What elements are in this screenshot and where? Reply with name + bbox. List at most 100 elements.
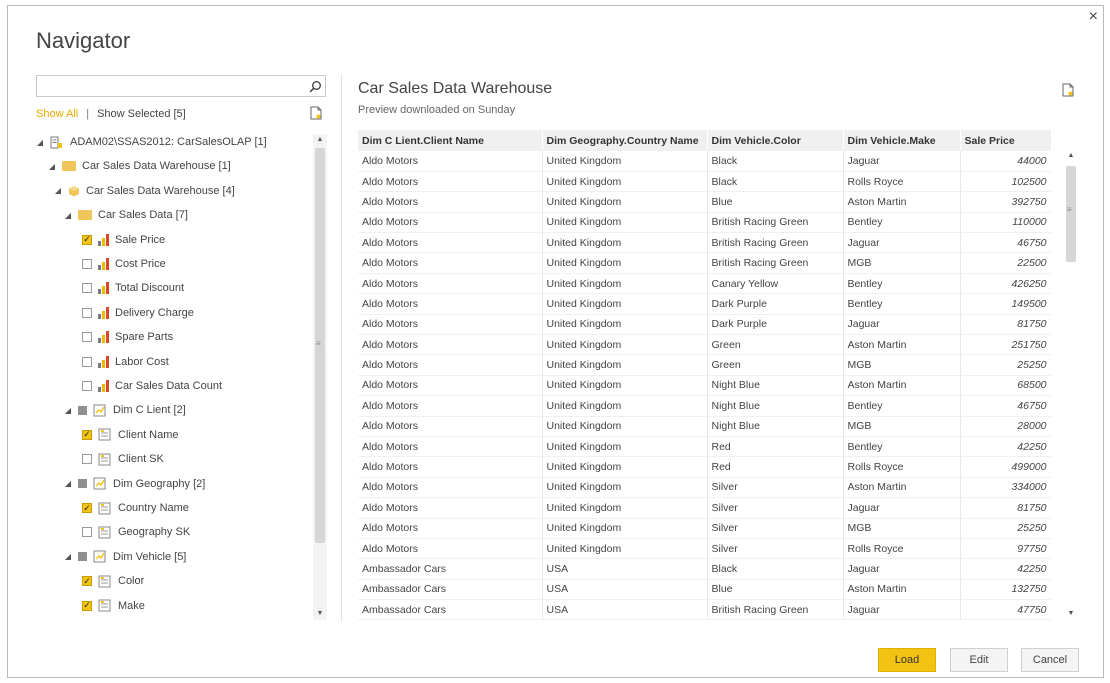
tree-item-label: Spare Parts	[115, 331, 174, 344]
table-cell: Aston Martin	[843, 579, 961, 601]
tree-item[interactable]: ✓ Client Name	[82, 425, 179, 445]
column-header[interactable]: Dim Vehicle.Make	[843, 130, 961, 151]
table-cell: 110000	[960, 212, 1051, 234]
table-scrollbar[interactable]: ▲ ≡ ▼	[1064, 150, 1078, 620]
table-cell: United Kingdom	[542, 354, 708, 376]
tree-item[interactable]: Car Sales Data Count	[82, 376, 222, 396]
bar-chart-icon	[98, 380, 109, 392]
tree-item[interactable]: ◢ Car Sales Data Warehouse [4]	[54, 181, 235, 201]
attribute-icon	[98, 575, 112, 588]
column-header[interactable]: Sale Price	[960, 130, 1051, 151]
load-button[interactable]: Load	[878, 648, 936, 672]
tree-item[interactable]: Labor Cost	[82, 352, 169, 372]
filter-links: Show All | Show Selected [5]	[36, 108, 186, 120]
new-query-icon[interactable]	[310, 106, 322, 123]
table-cell: United Kingdom	[542, 395, 708, 417]
tree-item[interactable]: Total Discount	[82, 278, 184, 298]
bar-chart-icon	[98, 355, 109, 368]
tree-item-label: Labor Cost	[115, 355, 169, 368]
checkbox[interactable]	[82, 381, 92, 391]
table-row: Ambassador Cars USA Blue Aston Martin 132750	[358, 579, 1051, 601]
checkbox[interactable]	[82, 527, 92, 538]
expand-arrow-icon[interactable]: ◢	[36, 138, 44, 147]
tree-item[interactable]: Geography SK	[82, 522, 190, 542]
table-cell: 46750	[960, 232, 1051, 254]
show-all-link[interactable]: Show All	[36, 108, 78, 120]
tree-item[interactable]: ◢ Car Sales Data [7]	[64, 205, 188, 225]
search-icon[interactable]	[306, 77, 324, 95]
expand-arrow-icon[interactable]: ◢	[64, 552, 72, 561]
checkbox[interactable]	[82, 332, 92, 343]
expand-arrow-icon[interactable]: ◢	[64, 211, 72, 220]
scroll-thumb[interactable]	[1066, 166, 1076, 262]
table-cell: United Kingdom	[542, 375, 708, 397]
table-cell: Jaguar	[843, 232, 961, 254]
table-cell: United Kingdom	[542, 334, 708, 356]
table-cell: Rolls Royce	[843, 456, 961, 478]
tree-item[interactable]: Client SK	[82, 449, 164, 469]
column-header[interactable]: Dim C Lient.Client Name	[358, 130, 543, 151]
tree-item[interactable]: Spare Parts	[82, 327, 173, 347]
tree-item[interactable]: Delivery Charge	[82, 303, 194, 323]
checkbox[interactable]	[82, 454, 92, 465]
tree-item[interactable]: ◢ Car Sales Data Warehouse [1]	[48, 156, 231, 176]
document-icon[interactable]	[1062, 83, 1074, 100]
expand-arrow-icon[interactable]: ◢	[64, 479, 72, 488]
tree-item[interactable]: ◢ ADAM02\SSAS2012: CarSalesOLAP [1]	[36, 132, 267, 152]
checkbox[interactable]	[82, 356, 92, 367]
tree-item-label: Sale Price	[115, 233, 166, 246]
table-cell: Dark Purple	[707, 314, 844, 336]
table-row: Aldo Motors United Kingdom Silver Jaguar 817…	[358, 497, 1051, 519]
scroll-up-icon[interactable]: ▲	[313, 134, 327, 146]
expand-arrow-icon[interactable]: ◢	[64, 406, 72, 415]
bar-chart-icon	[98, 258, 109, 270]
checkbox[interactable]: ✓	[82, 576, 92, 587]
tree-item[interactable]: ✓ Sale Price	[82, 230, 165, 250]
checkbox[interactable]: ✓	[82, 503, 92, 513]
search-input[interactable]	[36, 75, 326, 97]
tree-item[interactable]: ✓ Make	[82, 596, 145, 616]
expand-arrow-icon[interactable]: ◢	[54, 186, 62, 195]
tree-item[interactable]: Cost Price	[82, 254, 166, 274]
checkbox[interactable]	[82, 259, 92, 269]
column-header[interactable]: Dim Geography.Country Name	[542, 130, 708, 151]
tree-item[interactable]: ◢ Dim Geography [2]	[64, 474, 205, 494]
table-row: Aldo Motors United Kingdom Night Blue MGB 28…	[358, 416, 1051, 437]
table-row: Aldo Motors United Kingdom British Racing …	[358, 212, 1051, 234]
cancel-button[interactable]: Cancel	[1021, 648, 1079, 672]
table-cell: Dark Purple	[707, 293, 844, 315]
expand-arrow-icon[interactable]: ◢	[48, 162, 56, 171]
table-icon	[78, 479, 87, 489]
checkbox[interactable]: ✓	[82, 429, 92, 440]
table-cell: United Kingdom	[542, 436, 708, 458]
checkbox[interactable]: ✓	[82, 600, 92, 611]
tree-item-label: Dim Vehicle [5]	[113, 550, 187, 563]
tree-scrollbar[interactable]: ▲ ≡ ▼	[313, 134, 327, 620]
tree-item[interactable]: ✓ Country Name	[82, 498, 189, 518]
table-cell: Bentley	[843, 436, 961, 458]
table-cell: 426250	[960, 273, 1051, 295]
show-selected-link[interactable]: Show Selected [5]	[97, 108, 186, 120]
close-icon[interactable]: ×	[1089, 9, 1098, 25]
scroll-down-icon[interactable]: ▼	[1064, 608, 1078, 620]
scroll-up-icon[interactable]: ▲	[1064, 150, 1078, 162]
tree-item[interactable]: ◢ Dim C Lient [2]	[64, 400, 186, 420]
tree-item[interactable]: ◢ Dim Vehicle [5]	[64, 547, 186, 567]
table-row: Aldo Motors United Kingdom British Racing …	[358, 252, 1051, 274]
table-cell: 97750	[960, 538, 1051, 560]
table-row: Aldo Motors United Kingdom Dark Purple Jagu…	[358, 314, 1051, 336]
table-cell: Night Blue	[707, 395, 844, 417]
table-cell: MGB	[843, 354, 961, 376]
checkbox[interactable]: ✓	[82, 234, 92, 245]
tree-item[interactable]: ✓ Color	[82, 571, 144, 591]
edit-button[interactable]: Edit	[950, 648, 1008, 672]
checkbox[interactable]	[82, 283, 92, 294]
table-cell: Blue	[707, 191, 844, 213]
preview-subtitle: Preview downloaded on Sunday	[358, 104, 516, 116]
scroll-down-icon[interactable]: ▼	[313, 608, 327, 620]
table-cell: Aldo Motors	[358, 395, 543, 417]
table-row: Aldo Motors United Kingdom Canary Yellow Be…	[358, 273, 1051, 295]
column-header[interactable]: Dim Vehicle.Color	[707, 130, 844, 151]
checkbox[interactable]	[82, 307, 92, 318]
table-cell: Aldo Motors	[358, 477, 543, 499]
